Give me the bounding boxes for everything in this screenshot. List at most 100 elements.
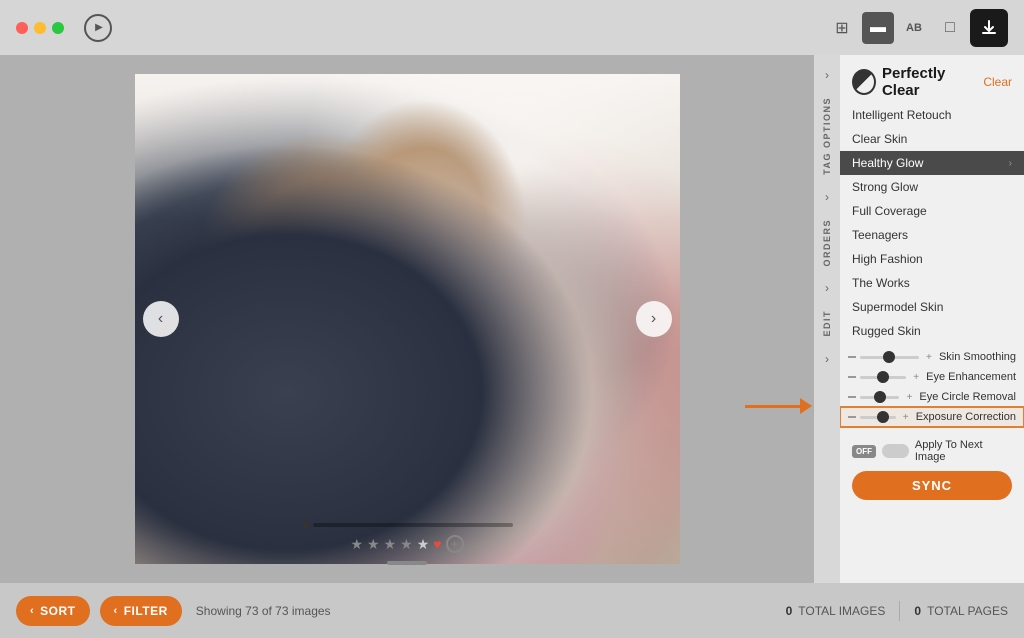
preset-rugged-skin[interactable]: Rugged Skin: [840, 319, 1024, 343]
total-images-label: TOTAL IMAGES: [798, 604, 885, 618]
star-1[interactable]: ★: [350, 536, 363, 553]
star-5[interactable]: ★: [417, 536, 430, 553]
star-4[interactable]: ★: [400, 536, 413, 553]
drag-handle[interactable]: [387, 561, 427, 565]
skin-smoothing-thumb[interactable]: [883, 351, 895, 363]
single-view-icon[interactable]: ▬: [862, 12, 894, 44]
exposure-plus[interactable]: +: [900, 411, 912, 423]
compare-view-icon[interactable]: AB: [898, 12, 930, 44]
eye-enhancement-track[interactable]: [860, 376, 906, 379]
sidebar-tab-orders[interactable]: ORDERS: [816, 207, 838, 279]
slider-dash-3: [848, 396, 856, 398]
sidebar-content: Perfectly Clear Clear Intelligent Retouc…: [840, 55, 1024, 583]
sidebar-collapse-chevron[interactable]: ›: [814, 65, 840, 85]
exposure-thumb[interactable]: [877, 411, 889, 423]
heart-icon[interactable]: ♥: [433, 536, 441, 552]
prev-photo-button[interactable]: ‹: [143, 301, 179, 337]
preset-healthy-glow[interactable]: Healthy Glow ›: [840, 151, 1024, 175]
photo-area: ‹ › ★ ★ ★ ★ ★ ♥ +: [0, 55, 814, 583]
eye-enhancement-thumb[interactable]: [877, 371, 889, 383]
export-button[interactable]: [970, 9, 1008, 47]
preset-chevron: ›: [1009, 158, 1012, 169]
preset-high-fashion[interactable]: High Fashion: [840, 247, 1024, 271]
eye-circle-row: + Eye Circle Removal: [840, 387, 1024, 407]
total-pages-count: 0: [914, 604, 921, 618]
apply-label: Apply To Next Image: [915, 439, 1012, 463]
skin-smoothing-label: Skin Smoothing: [939, 351, 1016, 363]
sync-button[interactable]: SYNC: [852, 471, 1012, 500]
bottom-separator: [899, 601, 900, 621]
preset-list: Intelligent Retouch Clear Skin Healthy G…: [840, 103, 1024, 343]
clear-button[interactable]: Clear: [983, 75, 1012, 89]
sidebar-tabs: › TAG OPTIONS › ORDERS › EDIT ›: [814, 55, 840, 583]
preset-the-works[interactable]: The Works: [840, 271, 1024, 295]
filter-button[interactable]: ‹ FILTER: [100, 596, 182, 626]
photo-container: ‹ ›: [135, 74, 680, 564]
maximize-button[interactable]: [52, 22, 64, 34]
total-images-count: 0: [786, 604, 793, 618]
titlebar: ⊞ ▬ AB □: [0, 0, 1024, 55]
preset-supermodel-skin[interactable]: Supermodel Skin: [840, 295, 1024, 319]
preset-strong-glow[interactable]: Strong Glow: [840, 175, 1024, 199]
filter-label: FILTER: [124, 604, 168, 618]
eye-circle-label: Eye Circle Removal: [919, 391, 1016, 403]
perfectly-clear-header: Perfectly Clear Clear: [840, 55, 1024, 103]
preset-clear-skin[interactable]: Clear Skin: [840, 127, 1024, 151]
right-sidebar: › TAG OPTIONS › ORDERS › EDIT › Perfectl…: [814, 55, 1024, 583]
exposure-label: Exposure Correction: [916, 411, 1016, 423]
minimize-button[interactable]: [34, 22, 46, 34]
next-photo-button[interactable]: ›: [636, 301, 672, 337]
off-badge: OFF: [852, 445, 876, 458]
eye-enhancement-plus[interactable]: +: [910, 371, 922, 383]
play-button[interactable]: [84, 14, 112, 42]
bottom-stats: 0 TOTAL IMAGES 0 TOTAL PAGES: [786, 601, 1008, 621]
filmstrip-track[interactable]: [313, 523, 513, 527]
sidebar-tab-edit[interactable]: EDIT: [816, 298, 838, 349]
sidebar-tab-chevron-2[interactable]: ›: [814, 278, 840, 298]
photo-background: [135, 74, 680, 564]
sort-label: SORT: [40, 604, 75, 618]
apply-toggle[interactable]: [882, 444, 909, 458]
sidebar-expand-chevron[interactable]: ›: [814, 349, 840, 369]
add-rating-button[interactable]: +: [446, 535, 464, 553]
apply-row: OFF Apply To Next Image: [852, 439, 1012, 463]
dot-active[interactable]: [302, 521, 310, 529]
slider-dash-4: [848, 416, 856, 418]
eye-circle-track[interactable]: [860, 396, 899, 399]
showing-text: Showing 73 of 73 images: [196, 604, 331, 618]
exposure-correction-row: + Exposure Correction: [840, 407, 1024, 427]
main-area: ‹ › ★ ★ ★ ★ ★ ♥ + › TAG OPTIONS: [0, 55, 1024, 583]
sort-button[interactable]: ‹ SORT: [16, 596, 90, 626]
eye-enhancement-label: Eye Enhancement: [926, 371, 1016, 383]
preset-full-coverage[interactable]: Full Coverage: [840, 199, 1024, 223]
eye-enhancement-row: + Eye Enhancement: [840, 367, 1024, 387]
photo-image: [135, 74, 680, 564]
grid-view-icon[interactable]: ⊞: [826, 12, 858, 44]
sidebar-tab-tag-options[interactable]: TAG OPTIONS: [816, 85, 838, 187]
arrow-line: [745, 405, 800, 408]
star-2[interactable]: ★: [367, 536, 380, 553]
sliders-section: + Skin Smoothing + Eye Enhancement: [840, 343, 1024, 431]
eye-circle-thumb[interactable]: [874, 391, 886, 403]
sidebar-tab-chevron-1[interactable]: ›: [814, 187, 840, 207]
filter-chevron-icon: ‹: [114, 605, 118, 617]
skin-smoothing-plus[interactable]: +: [923, 351, 935, 363]
preset-teenagers[interactable]: Teenagers: [840, 223, 1024, 247]
eye-circle-plus[interactable]: +: [903, 391, 915, 403]
sync-section: OFF Apply To Next Image SYNC: [840, 431, 1024, 508]
perfectly-clear-logo: [852, 69, 876, 95]
exposure-track[interactable]: [860, 416, 896, 419]
filmstrip-bar: ★ ★ ★ ★ ★ ♥ +: [0, 521, 814, 565]
total-pages-label: TOTAL PAGES: [927, 604, 1008, 618]
slider-dash-1: [848, 356, 856, 358]
arrow-annotation: [745, 398, 812, 414]
star-3[interactable]: ★: [384, 536, 397, 553]
bottom-bar: ‹ SORT ‹ FILTER Showing 73 of 73 images …: [0, 583, 1024, 638]
sort-chevron-icon: ‹: [30, 605, 34, 617]
perfectly-clear-title: Perfectly Clear: [882, 65, 977, 99]
split-view-icon[interactable]: □: [934, 12, 966, 44]
skin-smoothing-track[interactable]: [860, 356, 919, 359]
preset-intelligent-retouch[interactable]: Intelligent Retouch: [840, 103, 1024, 127]
close-button[interactable]: [16, 22, 28, 34]
traffic-lights: [16, 22, 64, 34]
